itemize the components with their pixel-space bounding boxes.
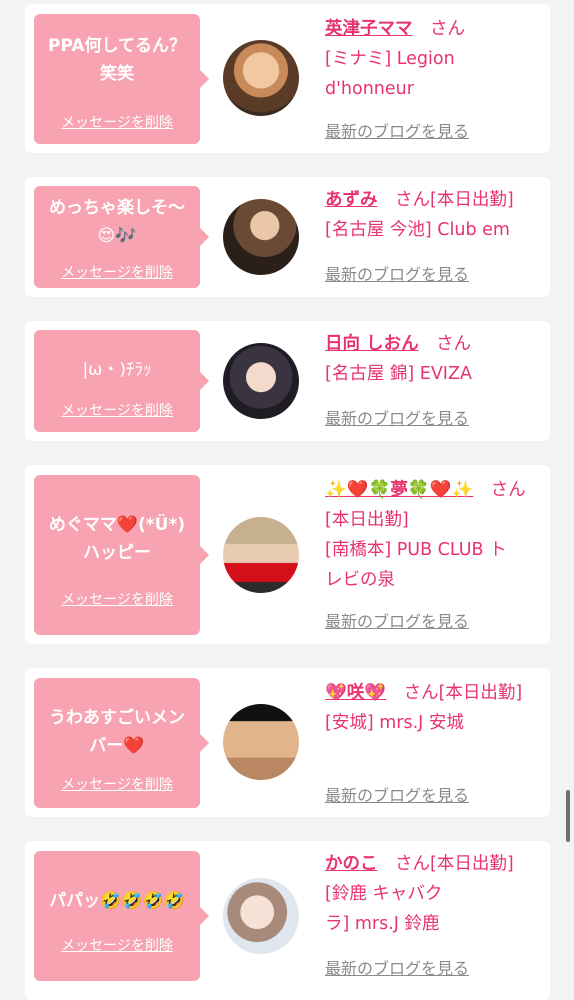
message-card: めっちゃ楽しそ〜 😍🎶 メッセージを削除 あずみ さん[本日出勤] [名古屋 今… [25,177,550,297]
cast-name-link[interactable]: かのこ [325,854,378,874]
honorific: さん [403,683,439,703]
message-card: めぐママ❤️(*Ü*) ハッピー メッセージを削除 ✨❤️🍀夢🍀❤️✨ さん [本… [25,465,550,644]
message-text: めっちゃ楽しそ〜 😍🎶 [49,198,185,246]
cast-info: 英津子ママ さん [ミナミ] Legion d'honneur [325,14,540,104]
honorific: さん [395,854,430,874]
latest-blog-link[interactable]: 最新のブログを見る [325,118,469,142]
shop-name: [名古屋 錦] EVIZA [325,364,472,384]
latest-blog-link[interactable]: 最新のブログを見る [325,261,469,285]
message-bubble: めぐママ❤️(*Ü*) ハッピー メッセージを削除 [34,475,209,635]
shop-name: [南橋本] PUB CLUB ト レビの泉 [325,540,507,590]
avatar[interactable] [223,878,299,954]
avatar[interactable] [223,40,299,116]
avatar[interactable] [223,343,299,419]
message-text: |ω・)ﾁﾗｯ [82,360,152,380]
delete-message-link[interactable]: メッセージを削除 [34,400,200,420]
cast-info: あずみ さん[本日出勤] [名古屋 今池] Club em [325,185,540,245]
cast-name-suffix: [本日出勤] [325,510,409,530]
message-text: パパッ🤣🤣🤣🤣 [49,891,185,911]
message-card: |ω・)ﾁﾗｯ メッセージを削除 日向 しおん さん [名古屋 錦] EVIZA… [25,321,550,441]
avatar[interactable] [223,704,299,780]
shop-name: [安城] mrs.J 安城 [325,713,464,733]
honorific: さん [430,19,465,39]
shop-name: [名古屋 今池] Club em [325,220,510,240]
message-text: めぐママ❤️(*Ü*) ハッピー [48,515,186,563]
honorific: さん [490,480,526,500]
delete-message-link[interactable]: メッセージを削除 [34,774,200,794]
honorific: さん [436,334,472,354]
latest-blog-link[interactable]: 最新のブログを見る [325,405,469,429]
honorific: さん [395,190,430,210]
message-bubble: パパッ🤣🤣🤣🤣 メッセージを削除 [34,851,209,981]
message-bubble: PPA何してるん？ 笑笑 メッセージを削除 [34,14,209,144]
message-bubble: うわあすごいメン バー❤️ メッセージを削除 [34,678,209,808]
cast-info: かのこ さん[本日出勤] [鈴鹿 キャバク ラ] mrs.J 鈴鹿 [325,849,540,939]
latest-blog-link[interactable]: 最新のブログを見る [325,782,469,806]
cast-info: ✨❤️🍀夢🍀❤️✨ さん [本日出勤] [南橋本] PUB CLUB ト レビの泉 [325,475,540,595]
message-card: パパッ🤣🤣🤣🤣 メッセージを削除 かのこ さん[本日出勤] [鈴鹿 キャバク ラ… [25,841,550,1000]
avatar[interactable] [223,517,299,593]
delete-message-link[interactable]: メッセージを削除 [34,589,200,609]
scrollbar[interactable] [566,790,570,842]
message-text: PPA何してるん？ 笑笑 [47,36,186,84]
delete-message-link[interactable]: メッセージを削除 [34,262,200,282]
shop-name: [鈴鹿 キャバク ラ] mrs.J 鈴鹿 [325,884,443,934]
cast-name-link[interactable]: 日向 しおん [325,334,419,354]
cast-name-link[interactable]: あずみ [325,190,378,210]
cast-info: 💖咲💖 さん[本日出勤] [安城] mrs.J 安城 [325,678,540,738]
cast-name-link[interactable]: ✨❤️🍀夢🍀❤️✨ [325,480,473,500]
message-card: うわあすごいメン バー❤️ メッセージを削除 💖咲💖 さん[本日出勤] [安城]… [25,668,550,817]
latest-blog-link[interactable]: 最新のブログを見る [325,608,469,632]
cast-name-link[interactable]: 💖咲💖 [325,683,386,703]
latest-blog-link[interactable]: 最新のブログを見る [325,955,469,979]
cast-name-suffix: [本日出勤] [438,683,523,703]
cast-name-link[interactable]: 英津子ママ [325,19,413,39]
delete-message-link[interactable]: メッセージを削除 [34,935,200,955]
message-bubble: めっちゃ楽しそ〜 😍🎶 メッセージを削除 [34,186,209,288]
shop-name: [ミナミ] Legion d'honneur [325,49,455,99]
cast-name-suffix: [本日出勤] [430,854,514,874]
message-bubble: |ω・)ﾁﾗｯ メッセージを削除 [34,330,209,432]
delete-message-link[interactable]: メッセージを削除 [34,112,200,132]
message-text: うわあすごいメン バー❤️ [49,708,185,756]
cast-info: 日向 しおん さん [名古屋 錦] EVIZA [325,329,540,389]
cast-name-suffix: [本日出勤] [430,190,514,210]
avatar[interactable] [223,199,299,275]
message-card: PPA何してるん？ 笑笑 メッセージを削除 英津子ママ さん [ミナミ] Leg… [25,4,550,153]
